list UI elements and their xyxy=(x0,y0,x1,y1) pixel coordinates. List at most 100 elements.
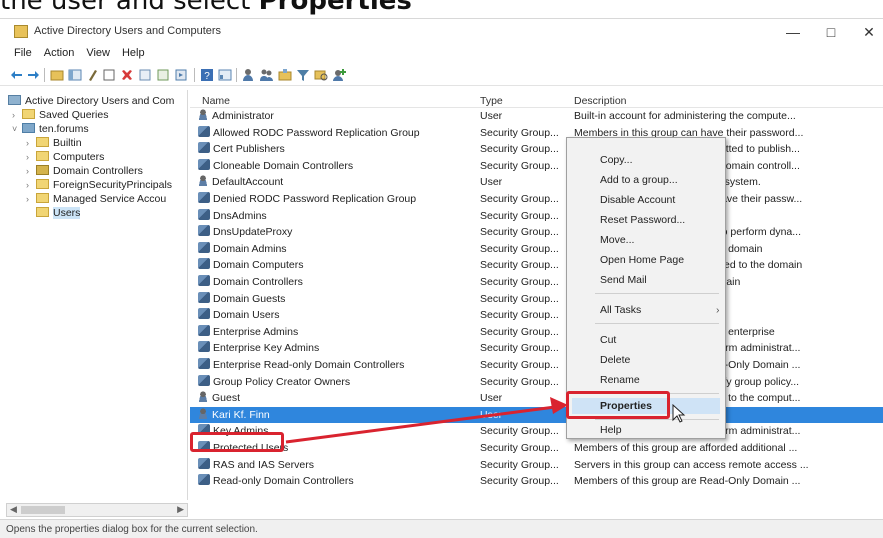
menu-item-open-home-page[interactable]: Open Home Page xyxy=(600,252,684,268)
tree-node-computers[interactable]: › Computers xyxy=(26,150,104,164)
menu-file[interactable]: File xyxy=(0,44,38,59)
tree-node-domain[interactable]: ˅ ten.forums xyxy=(12,122,89,136)
table-row[interactable]: Enterprise Key AdminsSecurity Group...Me… xyxy=(190,340,883,356)
menu-item-delete[interactable]: Delete xyxy=(600,352,630,368)
menu-bar: File Action View Help xyxy=(0,44,883,64)
table-row[interactable]: Domain UsersSecurity Group...All domain … xyxy=(190,307,883,323)
menu-help[interactable]: Help xyxy=(116,44,151,59)
table-row[interactable]: Domain AdminsSecurity Group...Designated… xyxy=(190,241,883,257)
table-row[interactable]: Group Policy Creator Owners Security Grou… xyxy=(190,374,883,390)
row-name-text: Enterprise Read-only Domain Controllers xyxy=(213,359,405,371)
expand-chevron-icon[interactable]: › xyxy=(26,136,36,150)
import-icon[interactable] xyxy=(174,68,188,82)
filter-icon[interactable] xyxy=(296,68,310,82)
export-list-icon[interactable] xyxy=(156,68,170,82)
new-ou-icon[interactable] xyxy=(278,68,292,82)
cell-name: Domain Admins xyxy=(198,241,287,257)
scroll-right-arrow-icon[interactable]: ▶ xyxy=(177,504,184,515)
collapse-chevron-icon[interactable]: ˅ xyxy=(12,122,22,136)
menu-item-reset-password[interactable]: Reset Password... xyxy=(600,212,685,228)
tree-node-root[interactable]: Active Directory Users and Com xyxy=(8,94,174,108)
table-row[interactable]: Allowed RODC Password Replication Group S… xyxy=(190,125,883,141)
table-row[interactable]: Enterprise Read-only Domain Controllers S… xyxy=(190,357,883,373)
menu-item-send-mail[interactable]: Send Mail xyxy=(600,272,647,288)
table-row[interactable]: Cert PublishersSecurity Group...Members … xyxy=(190,141,883,157)
maximize-button[interactable]: □ xyxy=(814,21,848,43)
table-row[interactable]: Protected Users Security Group... Members … xyxy=(190,440,883,456)
tree-node-foreign-security-principals[interactable]: › ForeignSecurityPrincipals xyxy=(26,178,172,192)
minimize-button[interactable]: — xyxy=(776,21,810,43)
close-button[interactable]: ✕ xyxy=(852,21,883,43)
cell-name: Denied RODC Password Replication Group xyxy=(198,191,416,207)
table-row[interactable]: Enterprise AdminsSecurity Group...Design… xyxy=(190,324,883,340)
table-row[interactable]: Cloneable Domain Controllers Security Gro… xyxy=(190,158,883,174)
table-row[interactable]: DnsUpdateProxySecurity Group...DNS clien… xyxy=(190,224,883,240)
table-row[interactable]: Administrator User Built-in account for ad… xyxy=(190,108,883,124)
help-icon[interactable]: ? xyxy=(200,68,214,82)
status-text: Opens the properties dialog box for the … xyxy=(6,524,258,535)
delete-icon[interactable] xyxy=(120,68,134,82)
table-row[interactable]: Denied RODC Password Replication Group Se… xyxy=(190,191,883,207)
table-row[interactable]: GuestUserBuilt-in account for guest acce… xyxy=(190,390,883,406)
new-user-icon[interactable] xyxy=(242,68,256,82)
group-icon xyxy=(198,457,210,469)
menu-item-rename[interactable]: Rename xyxy=(600,372,640,388)
column-header-type[interactable]: Type xyxy=(480,95,503,107)
column-header-description[interactable]: Description xyxy=(574,95,627,107)
user-icon xyxy=(198,407,208,419)
menu-view[interactable]: View xyxy=(80,44,116,59)
tree-node-saved-queries[interactable]: › Saved Queries xyxy=(12,108,108,122)
cell-name: Group Policy Creator Owners xyxy=(198,374,350,390)
properties-toolbar-icon[interactable] xyxy=(86,68,100,82)
cell-type: User xyxy=(480,408,503,421)
new-group-icon[interactable] xyxy=(260,68,274,82)
table-row[interactable]: Kari Kf. Finn User xyxy=(190,406,883,423)
forward-icon[interactable] xyxy=(26,68,40,82)
tree-node-users[interactable]: Users xyxy=(26,206,81,220)
app-icon xyxy=(14,25,28,38)
cell-type: Security Group... xyxy=(480,359,559,371)
expand-chevron-icon[interactable]: › xyxy=(26,192,36,206)
menu-item-help[interactable]: Help xyxy=(600,422,622,438)
table-row[interactable]: RAS and IAS Servers Security Group... Serv… xyxy=(190,457,883,473)
menu-item-cut[interactable]: Cut xyxy=(600,332,616,348)
folder-icon xyxy=(36,193,49,203)
scroll-thumb[interactable] xyxy=(21,506,65,514)
expand-chevron-icon[interactable]: › xyxy=(26,164,36,178)
scroll-left-arrow-icon[interactable]: ◀ xyxy=(10,504,17,515)
console-icon[interactable] xyxy=(218,68,232,82)
table-row[interactable]: Key AdminsSecurity Group...Members of th… xyxy=(190,423,883,439)
menu-item-disable-account[interactable]: Disable Account xyxy=(600,192,675,208)
find-icon[interactable] xyxy=(314,68,328,82)
tree-horizontal-scrollbar[interactable]: ◀ ▶ xyxy=(6,503,188,517)
cell-name: Cert Publishers xyxy=(198,141,285,157)
expand-chevron-icon[interactable]: › xyxy=(26,178,36,192)
back-icon[interactable] xyxy=(10,68,24,82)
cell-type: Security Group... xyxy=(480,458,559,471)
expand-chevron-icon[interactable]: › xyxy=(26,150,36,164)
table-row[interactable]: DefaultAccountUserA user account managed… xyxy=(190,174,883,190)
caption-bold: Properties xyxy=(258,0,412,16)
menu-action[interactable]: Action xyxy=(38,44,81,59)
table-row[interactable]: Domain ComputersSecurity Group...All wor… xyxy=(190,257,883,273)
show-tree-icon[interactable] xyxy=(68,68,82,82)
refresh-list-icon[interactable] xyxy=(138,68,152,82)
expand-chevron-icon[interactable]: › xyxy=(12,108,22,122)
menu-item-move[interactable]: Move... xyxy=(600,232,634,248)
table-row[interactable]: Domain ControllersSecurity Group...All d… xyxy=(190,274,883,290)
row-name-text: Domain Computers xyxy=(213,259,304,272)
table-row[interactable]: Read-only Domain Controllers Security Gro… xyxy=(190,473,883,489)
tree-node-managed-service-accounts[interactable]: › Managed Service Accou xyxy=(26,192,166,206)
up-folder-icon[interactable] xyxy=(50,68,64,82)
add-to-group-icon[interactable] xyxy=(332,68,346,82)
tree-node-builtin[interactable]: › Builtin xyxy=(26,136,82,150)
view-icon[interactable] xyxy=(102,68,116,82)
table-row[interactable]: Domain GuestsSecurity Group...All domain… xyxy=(190,291,883,307)
menu-item-add-to-group[interactable]: Add to a group... xyxy=(600,172,678,188)
menu-item-all-tasks[interactable]: All Tasks xyxy=(600,302,720,318)
tree-node-domain-controllers[interactable]: › Domain Controllers xyxy=(26,164,143,178)
column-header-name[interactable]: Name xyxy=(202,95,230,107)
row-name-text: DnsUpdateProxy xyxy=(213,226,293,239)
menu-item-copy[interactable]: Copy... xyxy=(600,152,632,168)
table-row[interactable]: DnsAdminsSecurity Group...DNS Administra… xyxy=(190,208,883,224)
